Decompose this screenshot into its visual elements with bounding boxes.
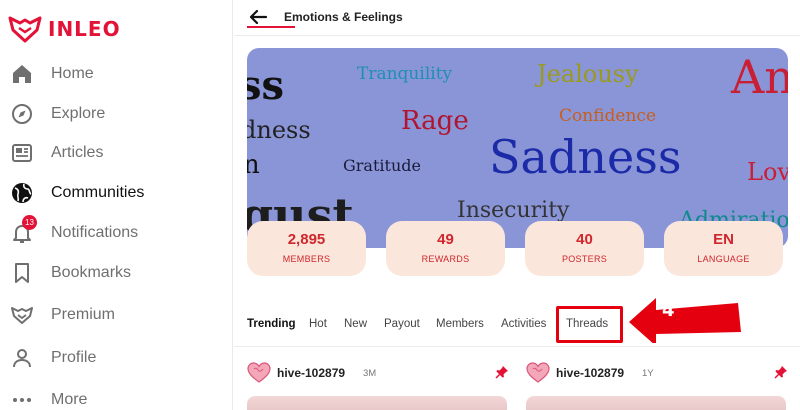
sidebar-item-label: Bookmarks [51, 264, 132, 281]
post-item[interactable]: hive-102879 3M [247, 362, 517, 386]
sidebar-item-label: Profile [51, 349, 97, 366]
stat-label: REWARDS [421, 254, 470, 264]
tabs-divider [234, 346, 800, 347]
annotation-step-number: 4 [662, 300, 675, 321]
post-item[interactable]: hive-102879 1Y [526, 362, 796, 386]
globe-icon [10, 181, 34, 205]
banner-word: Insecurity [457, 198, 570, 223]
bookmark-icon [10, 261, 34, 285]
banner-word: Sadness [489, 130, 682, 184]
app-name: INLEO [48, 17, 121, 41]
sidebar-item-premium[interactable]: Premium [0, 296, 232, 334]
tab-trending[interactable]: Trending [247, 318, 296, 330]
sidebar-item-articles[interactable]: Articles [0, 134, 232, 172]
banner-word: Gratitude [343, 156, 421, 175]
dots-icon [10, 388, 34, 410]
banner-word: Rage [401, 106, 469, 136]
inleo-logo[interactable]: INLEO [8, 14, 121, 44]
sidebar-item-bookmarks[interactable]: Bookmarks [0, 254, 232, 292]
post-thumbnail[interactable] [526, 396, 786, 410]
banner-word: dness [247, 116, 311, 144]
sidebar-item-label: Communities [51, 184, 145, 201]
banner-word: Tranquility [357, 64, 453, 84]
banner-word: An [731, 50, 788, 104]
page-title: Emotions & Feelings [284, 10, 403, 24]
stat-value: 49 [437, 231, 454, 248]
sidebar-item-label: More [51, 391, 88, 408]
annotation-arrow-icon [629, 298, 741, 343]
stat-posters: 40 POSTERS [525, 221, 644, 276]
sidebar-item-profile[interactable]: Profile [0, 339, 232, 377]
home-icon [10, 62, 34, 86]
compass-icon [10, 102, 34, 126]
sidebar-item-explore[interactable]: Explore [0, 95, 232, 133]
sidebar-item-label: Explore [51, 105, 106, 122]
leo-icon [10, 303, 34, 327]
sidebar-item-more[interactable]: More [0, 381, 232, 410]
banner-word: Jealousy [537, 60, 639, 88]
banner-word: n [247, 150, 260, 180]
sidebar-item-label: Notifications [51, 224, 139, 241]
page-header: Emotions & Feelings [234, 0, 800, 36]
banner-word: ss [247, 62, 285, 109]
stat-label: LANGUAGE [697, 254, 750, 264]
sidebar-item-label: Articles [51, 144, 104, 161]
sidebar: INLEO Home Explore Articles Communities … [0, 0, 233, 410]
sidebar-item-label: Home [51, 65, 94, 82]
tab-hot[interactable]: Hot [309, 318, 327, 330]
stat-language: EN LANGUAGE [664, 221, 783, 276]
pin-icon [774, 366, 787, 379]
sidebar-item-home[interactable]: Home [0, 55, 232, 93]
threads-highlight-box [556, 306, 623, 343]
post-username[interactable]: hive-102879 [277, 366, 345, 380]
tab-activities[interactable]: Activities [501, 318, 546, 330]
tab-members[interactable]: Members [436, 318, 484, 330]
stat-members: 2,895 MEMBERS [247, 221, 366, 276]
post-username[interactable]: hive-102879 [556, 366, 624, 380]
user-icon [10, 346, 34, 370]
stat-value: 2,895 [287, 231, 326, 248]
post-age: 1Y [642, 368, 654, 379]
heart-avatar-icon [526, 362, 550, 383]
sidebar-item-notifications[interactable]: 13 Notifications [0, 214, 232, 252]
banner-word: Lov [747, 158, 788, 186]
stat-label: MEMBERS [282, 254, 331, 264]
stat-value: EN [713, 231, 734, 248]
banner-word: Confidence [559, 106, 657, 126]
pin-icon [495, 366, 508, 379]
post-thumbnail[interactable] [247, 396, 507, 410]
community-banner: ss Tranquility Jealousy An dness Rage Co… [247, 48, 788, 248]
active-tab-indicator [247, 26, 295, 28]
stat-value: 40 [576, 231, 593, 248]
newspaper-icon [10, 141, 34, 165]
tab-new[interactable]: New [344, 318, 367, 330]
notification-count-badge: 13 [22, 215, 37, 230]
lion-logo-icon [8, 16, 42, 43]
tab-payout[interactable]: Payout [384, 318, 420, 330]
sidebar-item-communities[interactable]: Communities [0, 174, 232, 212]
sidebar-item-label: Premium [51, 306, 116, 323]
community-page: Emotions & Feelings ss Tranquility Jealo… [234, 0, 800, 410]
stat-label: POSTERS [561, 254, 608, 264]
heart-avatar-icon [247, 362, 271, 383]
post-age: 3M [363, 368, 377, 379]
stat-rewards: 49 REWARDS [386, 221, 505, 276]
